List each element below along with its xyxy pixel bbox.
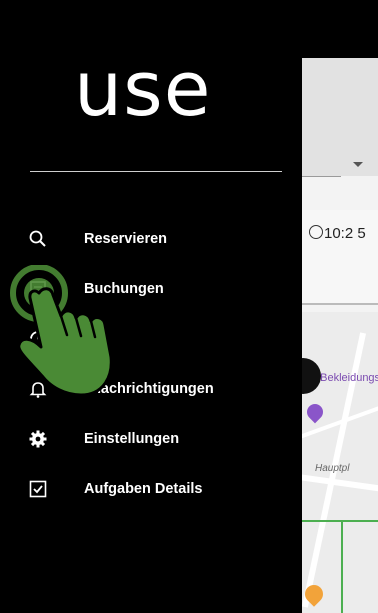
navigation-drawer: use Reservieren Buchungen enachrichtigun…: [10, 0, 302, 613]
map-route-line: [301, 520, 378, 522]
gear-icon: [27, 428, 49, 450]
menu-item-einstellungen[interactable]: Einstellungen: [10, 414, 302, 464]
background-divider: [301, 176, 341, 177]
menu-item-reservieren[interactable]: Reservieren: [10, 214, 302, 264]
menu-item-history[interactable]: [10, 314, 302, 364]
map-route-line: [341, 520, 343, 613]
booking-time: 10:2 5: [309, 224, 369, 243]
menu-item-label: Aufgaben Details: [84, 481, 203, 497]
bell-icon: [27, 378, 49, 400]
menu-item-buchungen[interactable]: Buchungen: [10, 264, 302, 314]
dropdown-arrow-icon[interactable]: [353, 162, 363, 167]
menu-item-label: Reservieren: [84, 231, 168, 247]
menu-item-label: Buchungen: [84, 281, 164, 297]
background-app[interactable]: 10:2 5 &A Bekleidungsge Hauptpl: [301, 0, 378, 613]
drawer-divider: [30, 171, 282, 172]
list-icon: [27, 278, 49, 300]
app-logo: use: [74, 44, 212, 133]
booking-time-text: 10:2 5: [324, 225, 366, 242]
map-street-label: Hauptpl: [315, 463, 350, 474]
drawer-menu: Reservieren Buchungen enachrichtigungen …: [10, 214, 302, 514]
menu-item-label: enachrichtigungen: [84, 381, 214, 397]
status-bar-area: [301, 0, 378, 58]
history-icon: [27, 328, 49, 350]
background-app-bar: [301, 58, 378, 176]
card-separator: [301, 303, 378, 305]
menu-item-benachrichtigungen[interactable]: enachrichtigungen: [10, 364, 302, 414]
search-icon: [27, 228, 49, 250]
clock-icon: [309, 225, 323, 239]
menu-item-aufgaben-details[interactable]: Aufgaben Details: [10, 464, 302, 514]
screen: 10:2 5 &A Bekleidungsge Hauptpl use: [0, 0, 378, 613]
menu-item-label: Einstellungen: [84, 431, 180, 447]
checkbox-icon: [27, 478, 49, 500]
